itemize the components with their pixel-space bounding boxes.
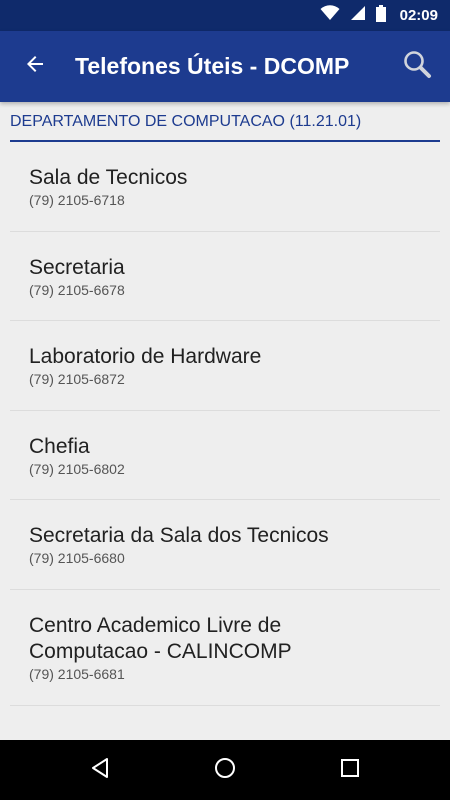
contact-phone: (79) 2105-6680 [29,550,125,566]
nav-back-icon [88,756,112,785]
contact-list: Sala de Tecnicos (79) 2105-6718 Secretar… [10,142,440,706]
navigation-bar [0,740,450,800]
list-item[interactable]: Centro Academico Livre de Computacao - C… [10,590,440,706]
list-item[interactable]: Secretaria (79) 2105-6678 [10,232,440,321]
nav-home-icon [213,756,237,785]
signal-icon [350,5,366,26]
arrow-back-icon [23,52,47,81]
contact-phone: (79) 2105-6681 [29,666,125,682]
contact-phone: (79) 2105-6718 [29,192,125,208]
app-bar: Telefones Úteis - DCOMP [0,31,450,102]
contact-phone: (79) 2105-6872 [29,371,125,387]
contact-phone: (79) 2105-6802 [29,461,125,477]
contact-name: Centro Academico Livre de Computacao - C… [29,614,292,663]
list-item[interactable]: Chefia (79) 2105-6802 [10,411,440,500]
contact-name: Secretaria da Sala dos Tecnicos [29,524,329,547]
section-header: DEPARTAMENTO DE COMPUTACAO (11.21.01) [10,102,440,142]
page-title: Telefones Úteis - DCOMP [75,53,350,79]
list-item[interactable]: Secretaria da Sala dos Tecnicos (79) 210… [10,500,440,590]
nav-recents-icon [339,757,361,784]
nav-home-button[interactable] [203,748,247,792]
contact-name: Chefia [29,435,90,458]
contact-name: Laboratorio de Hardware [29,345,262,368]
section-title: DEPARTAMENTO DE COMPUTACAO (11.21.01) [10,113,362,130]
status-icons: 02:09 [320,0,438,31]
list-item[interactable]: Sala de Tecnicos (79) 2105-6718 [10,142,440,232]
search-icon [402,49,432,84]
contact-name: Secretaria [29,256,125,279]
status-bar: 02:09 [0,0,450,31]
search-button[interactable] [394,43,440,89]
nav-recents-button[interactable] [328,748,372,792]
list-item[interactable]: Laboratorio de Hardware (79) 2105-6872 [10,321,440,411]
wifi-icon [320,5,340,26]
contact-name: Sala de Tecnicos [29,166,188,189]
contact-phone: (79) 2105-6678 [29,282,125,298]
status-time: 02:09 [399,7,438,24]
nav-back-button[interactable] [78,748,122,792]
back-button[interactable] [12,43,58,89]
battery-icon [375,4,386,27]
